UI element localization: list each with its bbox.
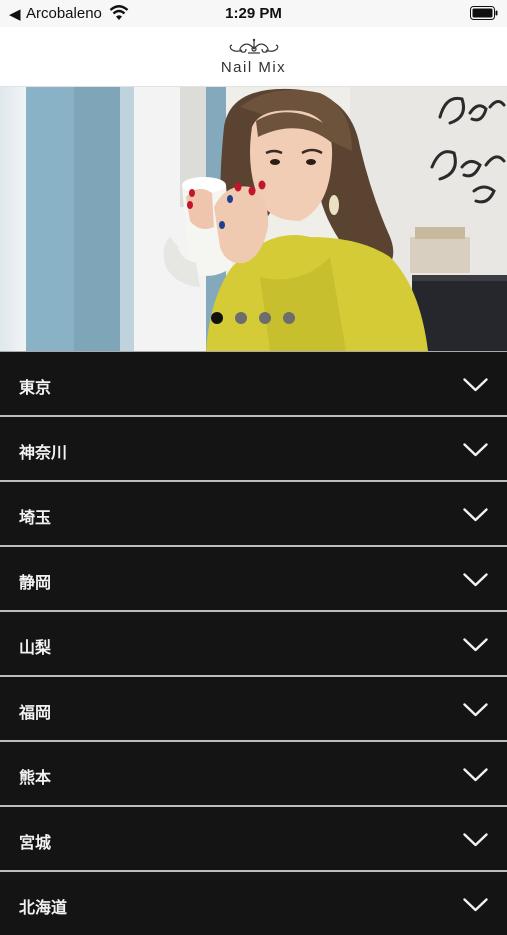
ornament-icon (229, 38, 279, 54)
region-row-saitama[interactable]: 埼玉 (0, 480, 507, 545)
region-label: 宮城 (19, 833, 52, 852)
battery-icon (470, 6, 498, 20)
status-time: 1:29 PM (225, 5, 282, 22)
region-row-shizuoka[interactable]: 静岡 (0, 545, 507, 610)
carousel-dot[interactable] (211, 312, 223, 324)
chevron-down-icon[interactable] (463, 703, 488, 717)
region-label: 静岡 (19, 573, 52, 592)
region-label: 埼玉 (19, 508, 52, 527)
region-row-fukuoka[interactable]: 福岡 (0, 675, 507, 740)
region-row-yamanashi[interactable]: 山梨 (0, 610, 507, 675)
hero-banner[interactable] (0, 87, 507, 351)
region-row-kumamoto[interactable]: 熊本 (0, 740, 507, 805)
region-row-hokkaido[interactable]: 北海道 (0, 870, 507, 935)
region-list: 東京 神奈川 埼玉 静岡 山梨 福岡 熊本 宮城 北海道 (0, 351, 507, 935)
region-row-tokyo[interactable]: 東京 (0, 351, 507, 415)
region-label: 福岡 (19, 703, 52, 722)
chevron-down-icon[interactable] (463, 508, 488, 522)
banner-photo (0, 87, 507, 351)
chevron-down-icon[interactable] (463, 638, 488, 652)
status-bar: ◀ Arcobaleno 1:29 PM (0, 0, 507, 27)
chevron-down-icon[interactable] (463, 898, 488, 912)
region-label: 神奈川 (19, 443, 68, 462)
region-label: 東京 (19, 378, 52, 397)
chevron-down-icon[interactable] (463, 768, 488, 782)
region-label: 山梨 (19, 638, 52, 657)
region-label: 北海道 (19, 898, 68, 917)
chevron-down-icon[interactable] (463, 833, 488, 847)
region-label: 熊本 (19, 768, 52, 787)
chevron-down-icon[interactable] (463, 443, 488, 457)
carousel-dot[interactable] (283, 312, 295, 324)
carousel-dot[interactable] (235, 312, 247, 324)
chevron-down-icon[interactable] (463, 378, 488, 392)
region-row-kanagawa[interactable]: 神奈川 (0, 415, 507, 480)
carousel-dot[interactable] (259, 312, 271, 324)
app-header: Nail Mix (0, 27, 507, 87)
brand-title: Nail Mix (220, 59, 287, 76)
chevron-down-icon[interactable] (463, 573, 488, 587)
region-row-miyagi[interactable]: 宮城 (0, 805, 507, 870)
